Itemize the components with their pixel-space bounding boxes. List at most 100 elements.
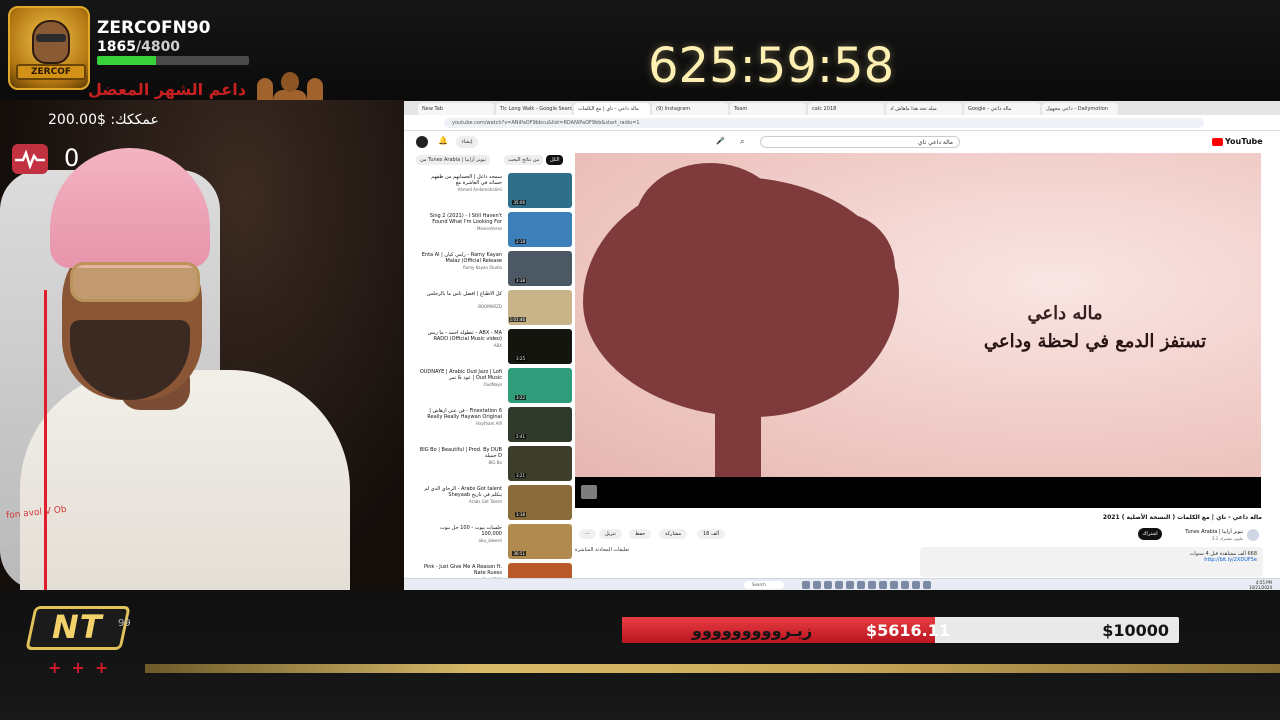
webcam-feed: fon avol V Ob [0, 100, 404, 590]
badge-ribbon: ZERCOF [16, 64, 86, 80]
related-video-title[interactable]: جلسات بيوت - 100 جل بيوت 100,000 [418, 525, 502, 537]
related-video-title[interactable]: OUDNAYE | Arabic Oud Jazz | Lofi Oud Mus… [418, 369, 502, 381]
video-duration: 3:38 [515, 512, 526, 517]
xp-progress-fill [97, 56, 157, 65]
related-video-item[interactable]: Arabs Got talent - الرحاي الذي لم يتكلم … [418, 485, 572, 524]
taskbar-app-icon[interactable] [802, 581, 810, 589]
search-input[interactable]: مالة داعي ناي [760, 136, 960, 148]
taskbar-app-icon[interactable] [835, 581, 843, 589]
url-field[interactable]: youtube.com/watch?v=ANiPaOF9bbcu&list=RD… [444, 118, 1204, 128]
taskbar-app-icon[interactable] [813, 581, 821, 589]
browser-tab[interactable]: Tic Long Walk - Google Search [496, 103, 572, 115]
video-actions: ⋯ تنزيل حفظ مشاركة 18 ألف اشتراك تيونز أ… [575, 526, 1261, 544]
download-button[interactable]: تنزيل [599, 529, 622, 539]
related-video-item[interactable]: Sing 2 (2021) - I Still Haven't Found Wh… [418, 212, 572, 251]
video-duration: 3:25 [515, 356, 526, 361]
chip-channel[interactable]: من Tunes Arabia | تيونز أرابيا [416, 155, 490, 165]
related-video-item[interactable]: OUDNAYE | Arabic Oud Jazz | Lofi Oud Mus… [418, 368, 572, 407]
create-button[interactable]: إنشاء [456, 136, 478, 148]
donation-goal-bar: زيـرووووووووو $5616.11 $10000 [622, 617, 1179, 643]
taskbar-app-icon[interactable] [868, 581, 876, 589]
related-video-title[interactable]: Arabs Got talent - الرحاي الذي لم يتكلم … [418, 486, 502, 498]
related-video-title[interactable]: Finextation 6 - فن عتي ارهاش | Really Re… [418, 408, 502, 420]
account-avatar[interactable] [416, 136, 428, 148]
related-video-item[interactable]: BIG Bo | Beautiful | Prod. By DUB D جميل… [418, 446, 572, 485]
desc-link[interactable]: http://bit.ly/2XDUF5e [926, 557, 1257, 563]
related-video-title[interactable]: Pink - Just Give Me A Reason ft. Nate Ru… [418, 564, 502, 576]
browser-tab[interactable]: Team [730, 103, 806, 115]
related-video-title[interactable]: BIG Bo | Beautiful | Prod. By DUB D جميل… [418, 447, 502, 459]
video-duration: 3:38 [515, 278, 526, 283]
youtube-logo[interactable]: YouTube [1212, 137, 1263, 146]
related-video-item[interactable]: كل الأطباع | أفضل ناس ما بالرجلس BOOMARZD… [418, 290, 572, 329]
related-video-channel: Haytham Alfi [476, 421, 502, 426]
lyric-line-2: تستفز الدمع في لحظة وداعي [983, 331, 1207, 352]
related-video-item[interactable]: Ramy Kayan - رامي كيان | Enta Al Malaz (… [418, 251, 572, 290]
plus-signs: +++ [48, 658, 119, 677]
related-video-title[interactable]: Ramy Kayan - رامي كيان | Enta Al Malaz (… [418, 252, 502, 264]
taskbar-app-icon[interactable] [846, 581, 854, 589]
heartbeat-icon [12, 144, 48, 174]
subscriber-count: 2.1 مليون مشترك [1211, 536, 1243, 541]
browser-tab-active[interactable]: مالة داعي - ناي | مع الكلمات [574, 103, 650, 115]
chip-related[interactable]: من نتائج البحث [504, 155, 544, 165]
taskbar-app-icon[interactable] [901, 581, 909, 589]
share-button[interactable]: مشاركة [659, 529, 688, 539]
related-video-title[interactable]: سمحه داعل | الحسابهم من ظفهم حسائه في ال… [418, 174, 502, 186]
taskbar-app-icon[interactable] [923, 581, 931, 589]
taskbar-app-icon[interactable] [890, 581, 898, 589]
taskbar-apps [802, 581, 931, 589]
browser-tab[interactable]: New Tab [418, 103, 494, 115]
video-duration: 1:01:46 [508, 317, 526, 322]
related-video-channel: BIG Bo [488, 460, 503, 465]
related-video-channel: Ramy Kayan Studio [462, 265, 502, 270]
taskbar-app-icon[interactable] [857, 581, 865, 589]
balance-display: عمككك: $200.00 [48, 112, 159, 128]
browser-tab[interactable]: calc 2018 [808, 103, 884, 115]
goal-target: $10000 [1102, 621, 1169, 640]
related-video-title[interactable]: كل الأطباع | أفضل ناس ما بالرجلس [418, 291, 502, 303]
taskbar-clock[interactable]: 4:55 PM 10/21/2024 [1249, 580, 1272, 590]
more-button[interactable]: ⋯ [579, 529, 596, 539]
channel-avatar[interactable] [1247, 529, 1259, 541]
video-player[interactable]: ماله داعي تستفز الدمع في لحظة وداعي [575, 153, 1261, 508]
save-button[interactable]: حفظ [629, 529, 652, 539]
video-frame[interactable]: ماله داعي تستفز الدمع في لحظة وداعي [575, 153, 1261, 477]
browser-tab[interactable]: (9) Instagram [652, 103, 728, 115]
bell-icon[interactable]: 🔔 [438, 136, 448, 145]
supporter-label: داعم الشهر المعضل [88, 80, 246, 99]
taskbar-app-icon[interactable] [879, 581, 887, 589]
mic-icon[interactable]: 🎤 [716, 137, 726, 147]
streamer-name: ZERCOFN90 [97, 18, 211, 38]
chip-all[interactable]: الكل [546, 155, 564, 165]
tab-bar: New Tab Tic Long Walk - Google Search ما… [404, 101, 1280, 115]
related-video-title[interactable]: ABX - MA - عطولة أحمد - ما ريس RADO (Off… [418, 330, 502, 342]
related-video-item[interactable]: Finextation 6 - فن عتي ارهاش | Really Re… [418, 407, 572, 446]
player-control-icon[interactable] [581, 485, 597, 499]
bottom-overlay: NT 99 +++ زيـرووووووووو $5616.11 $10000 [0, 590, 1280, 720]
related-video-item[interactable]: جلسات بيوت - 100 جل بيوت 100,000 abu_alwe… [418, 524, 572, 563]
related-video-channel: abu_alwesh [478, 538, 502, 543]
gold-divider [145, 664, 1280, 673]
related-video-item[interactable]: ABX - MA - عطولة أحمد - ما ريس RADO (Off… [418, 329, 572, 368]
search-icon[interactable]: ⌕ [740, 137, 744, 147]
like-button[interactable]: 18 ألف [697, 529, 726, 539]
browser-tab[interactable]: ميله تجد هذا ماهاش اد [886, 103, 962, 115]
video-title: ماله داعي - ناي | مع الكلمات ( النسخة ال… [1102, 514, 1262, 521]
browser-tab[interactable]: Google - مالة داعي [964, 103, 1040, 115]
related-video-channel: Ahmed Andamohalimi [457, 187, 502, 192]
channel-name[interactable]: تيونز أرابيا | Tunes Arabia [1171, 529, 1243, 535]
related-video-title[interactable]: Sing 2 (2021) - I Still Haven't Found Wh… [418, 213, 502, 225]
video-description[interactable]: 668 ألف مشاهدة قبل 4 سنوات http://bit.ly… [920, 547, 1263, 577]
live-chat-replay[interactable]: تعليقات المحادثة المباشرة [575, 547, 915, 577]
taskbar-app-icon[interactable] [912, 581, 920, 589]
balance-label: عمككك: [110, 112, 159, 128]
taskbar-search[interactable]: Search [744, 581, 784, 589]
browser-tab[interactable]: داعي مجهول - Dailymotion [1042, 103, 1118, 115]
taskbar-app-icon[interactable] [824, 581, 832, 589]
related-video-item[interactable]: سمحه داعل | الحسابهم من ظفهم حسائه في ال… [418, 173, 572, 212]
video-duration: 35:06 [512, 200, 526, 205]
xp-progress-bar [97, 56, 249, 65]
subscribe-button[interactable]: اشتراك [1138, 528, 1162, 540]
address-bar: youtube.com/watch?v=ANiPaOF9bbcu&list=RD… [404, 115, 1280, 131]
